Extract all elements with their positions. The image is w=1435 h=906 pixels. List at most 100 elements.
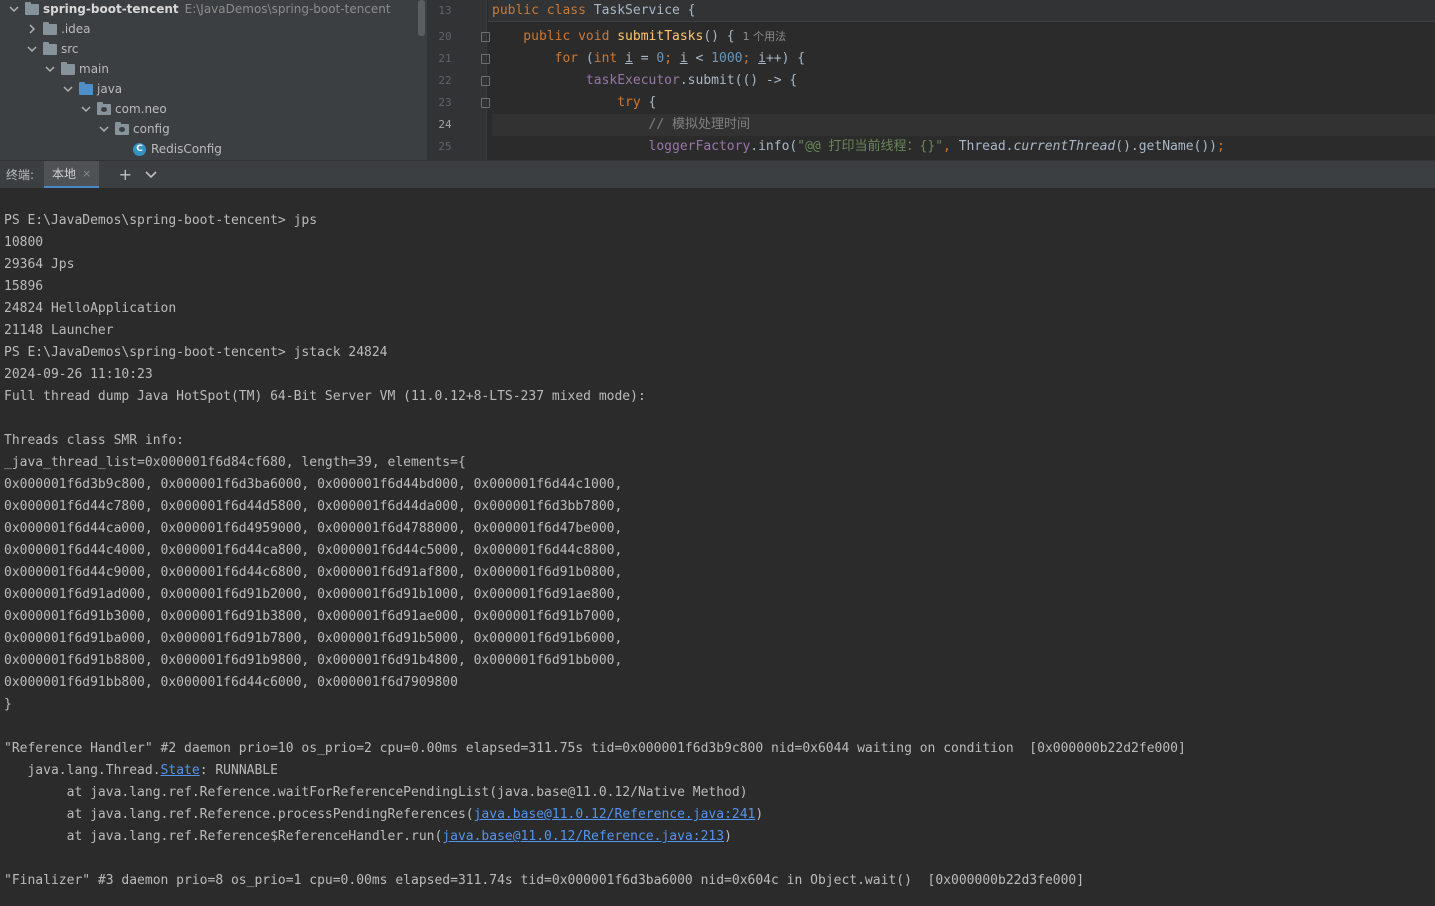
tree-item[interactable]: java [0, 79, 122, 99]
terminal-line: at java.lang.ref.Reference.processPendin… [4, 804, 764, 826]
terminal-text: java.lang.Thread. [4, 763, 161, 778]
code-line[interactable]: try { [492, 92, 1435, 114]
folder-icon [25, 1, 39, 15]
code-line[interactable]: taskExecutor.submit(() -> { [492, 70, 1435, 92]
chevron-down-icon[interactable] [62, 83, 74, 95]
code-token: ; [664, 51, 680, 66]
code-line[interactable]: loggerFactory.info("@@ 打印当前线程：{}", Threa… [492, 136, 1435, 158]
tree-item-label: main [79, 62, 109, 76]
code-token: .submit(() -> { [679, 73, 798, 88]
code-token: loggerFactory [492, 139, 751, 154]
code-token: int [593, 51, 626, 66]
code-token: i [679, 51, 688, 66]
code-token: i [625, 51, 633, 66]
tree-item[interactable]: config [0, 119, 170, 139]
terminal-line: 0x000001f6d44ca000, 0x000001f6d4959000, … [4, 521, 623, 536]
terminal-line: } [4, 697, 12, 712]
terminal-line: PS E:\JavaDemos\spring-boot-tencent> jps [4, 213, 318, 228]
code-token: , [943, 139, 959, 154]
code-token: currentThread [1013, 139, 1116, 154]
chevron-right-icon[interactable] [26, 23, 38, 35]
code-line[interactable]: // 模拟处理时间 [492, 114, 1435, 136]
tree-item-label: src [61, 42, 79, 56]
code-token: "@@ 打印当前线程：{}" [797, 139, 944, 154]
code-token: ( [585, 51, 594, 66]
terminal-text: at java.lang.ref.Reference.processPendin… [4, 807, 474, 822]
code-token: taskExecutor [492, 73, 680, 88]
package-icon [115, 121, 129, 135]
line-number: 24 [438, 118, 452, 131]
tree-scrollbar[interactable] [418, 0, 425, 36]
line-number: 25 [438, 140, 452, 153]
tab-local-terminal[interactable]: 本地 × [44, 160, 100, 189]
source-link[interactable]: java.base@11.0.12/Reference.java:241 [474, 807, 756, 822]
code-token: public class [492, 3, 594, 18]
tree-item[interactable]: com.neo [0, 99, 167, 119]
folder-icon [43, 21, 57, 35]
terminal-line: 0x000001f6d91b8800, 0x000001f6d91b9800, … [4, 653, 623, 668]
tree-item[interactable]: .idea [0, 19, 91, 39]
chevron-down-icon[interactable] [143, 167, 159, 183]
tree-item[interactable]: src [0, 39, 79, 59]
terminal-text: : RUNNABLE [199, 763, 278, 778]
terminal-label: 终端: [6, 168, 35, 182]
folder-icon [61, 61, 75, 75]
code-token: 1000 [711, 51, 743, 66]
tree-item-label: java [97, 82, 123, 96]
fold-icon[interactable] [481, 54, 490, 64]
project-tree-panel: spring-boot-tencent E:\JavaDemos\spring-b… [0, 0, 427, 160]
code-line[interactable]: public void submitTasks() {1 个用法 [492, 26, 1435, 48]
add-tab-icon[interactable]: + [117, 165, 133, 184]
terminal-line: 0x000001f6d91ad000, 0x000001f6d91b2000, … [4, 587, 623, 602]
usage-hint[interactable]: 1 个用法 [743, 30, 787, 43]
code-token: for [492, 51, 586, 66]
tree-item-label: spring-boot-tencent [43, 2, 179, 16]
terminal-line: _java_thread_list=0x000001f6d84cf680, le… [4, 455, 466, 470]
terminal-line: Threads class SMR info: [4, 433, 185, 448]
code-token: // 模拟处理时间 [492, 117, 751, 132]
line-number: 22 [438, 74, 452, 87]
code-editor[interactable]: 13 20 21 22 23 24 25 public class TaskService … [427, 0, 1435, 160]
package-icon [97, 101, 111, 115]
terminal-line: at java.lang.ref.Reference.waitForRefere… [4, 785, 748, 800]
terminal-line: java.lang.Thread.State: RUNNABLE [4, 760, 278, 782]
terminal-line: 15896 [4, 279, 44, 294]
chevron-down-icon[interactable] [98, 123, 110, 135]
fold-icon[interactable] [481, 76, 490, 86]
terminal-text: ) [724, 829, 732, 844]
chevron-down-icon[interactable] [8, 3, 20, 15]
chevron-down-icon[interactable] [80, 103, 92, 115]
terminal-line: 0x000001f6d44c7800, 0x000001f6d44d5800, … [4, 499, 623, 514]
terminal-line: 0x000001f6d91ba000, 0x000001f6d91b7800, … [4, 631, 623, 646]
code-line[interactable]: for (int i = 0; i < 1000; i++) { [492, 48, 1435, 70]
tree-item[interactable]: spring-boot-tencent E:\JavaDemos\spring-b… [0, 0, 391, 19]
code-token: public void [492, 29, 618, 44]
chevron-down-icon[interactable] [26, 43, 38, 55]
class-icon: C [133, 142, 146, 156]
terminal-line: Full thread dump Java HotSpot(TM) 64-Bit… [4, 389, 646, 404]
tree-item[interactable]: main [0, 59, 109, 79]
module-path: E:\JavaDemos\spring-boot-tencent [184, 2, 391, 16]
source-link[interactable]: State [161, 763, 200, 778]
code-token: = [632, 51, 657, 66]
close-icon[interactable]: × [82, 167, 91, 180]
sticky-header-line[interactable]: public class TaskService { [488, 0, 1435, 22]
fold-icon[interactable] [481, 98, 490, 108]
terminal-text: at java.lang.ref.Reference$ReferenceHand… [4, 829, 443, 844]
line-number: 21 [438, 52, 452, 65]
tree-item-label: com.neo [115, 102, 167, 116]
tree-item[interactable]: C RedisConfig [0, 139, 222, 159]
terminal-line: 21148 Launcher [4, 323, 114, 338]
terminal-toolbar: 终端: 本地 × + [0, 160, 1435, 189]
code-token: ++) { [765, 51, 806, 66]
terminal-output[interactable]: PS E:\JavaDemos\spring-boot-tencent> jps… [0, 188, 1435, 906]
fold-icon[interactable] [481, 32, 490, 42]
terminal-line: 0x000001f6d91bb800, 0x000001f6d44c6000, … [4, 675, 458, 690]
tree-item-label: .idea [61, 22, 91, 36]
source-link[interactable]: java.base@11.0.12/Reference.java:213 [442, 829, 724, 844]
terminal-line: 24824 HelloApplication [4, 301, 177, 316]
tree-item-label: config [133, 122, 170, 136]
folder-icon [79, 81, 93, 95]
code-token: ().getName()) [1115, 139, 1217, 154]
chevron-down-icon[interactable] [44, 63, 56, 75]
